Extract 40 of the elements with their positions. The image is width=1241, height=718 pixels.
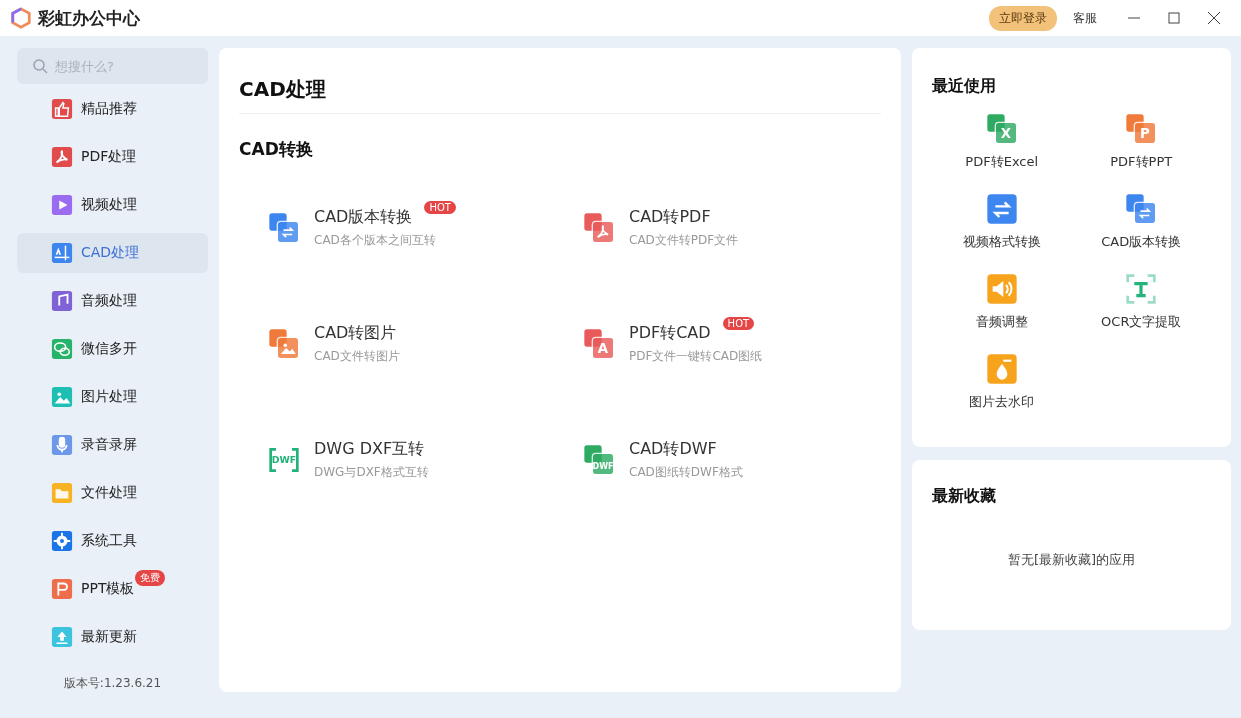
- recent-tool[interactable]: 视频格式转换: [962, 193, 1041, 261]
- recent-tool[interactable]: CAD版本转换: [1101, 193, 1182, 261]
- sidebar-item[interactable]: 视频处理: [17, 185, 208, 225]
- tool-item[interactable]: DWF DWG DXF互转 DWG与DXF格式互转: [268, 431, 479, 481]
- sidebar-item[interactable]: PDF处理: [17, 137, 208, 177]
- close-icon[interactable]: [1207, 11, 1221, 25]
- sidebar-item[interactable]: 录音录屏: [17, 425, 208, 465]
- sidebar-item[interactable]: 系统工具: [17, 521, 208, 561]
- empty-message: 暂无[最新收藏]的应用: [1006, 551, 1137, 569]
- panel-title: 最新收藏: [932, 486, 997, 507]
- recent-tool[interactable]: X PDF转Excel: [965, 113, 1039, 181]
- tool-item[interactable]: CAD转PDF CAD文件转PDF文件: [583, 199, 789, 249]
- sidebar-item[interactable]: 文件处理: [17, 473, 208, 513]
- section-title: CAD转换: [239, 138, 314, 161]
- app-title: 彩虹办公中心: [38, 6, 140, 30]
- sidebar-item[interactable]: 最新更新: [17, 617, 208, 657]
- support-link[interactable]: 客服: [1073, 9, 1097, 27]
- hot-badge: HOT: [722, 317, 755, 330]
- recent-tool[interactable]: OCR文字提取: [1101, 273, 1182, 341]
- tool-item[interactable]: CAD转图片 CAD文件转图片: [268, 315, 450, 365]
- search-icon: [32, 58, 48, 74]
- tool-item[interactable]: CAD版本转换 HOT CAD各个版本之间互转: [268, 199, 486, 249]
- rainbow-logo-icon: [10, 7, 32, 29]
- sidebar-item[interactable]: 精品推荐: [17, 89, 208, 129]
- sidebar-item[interactable]: CAD处理: [17, 233, 208, 273]
- recent-tool[interactable]: P PDF转PPT: [1110, 113, 1173, 181]
- tool-item[interactable]: A PDF转CAD HOT PDF文件一键转CAD图纸: [583, 315, 813, 365]
- recent-tool[interactable]: 图片去水印: [969, 353, 1035, 421]
- sidebar-item[interactable]: PPT模板 免费: [17, 569, 208, 609]
- page-title: CAD处理: [239, 76, 881, 114]
- version-label: 版本号:1.23.6.21: [62, 675, 163, 692]
- free-badge: 免费: [135, 570, 166, 586]
- sidebar-item[interactable]: 图片处理: [17, 377, 208, 417]
- sidebar-item[interactable]: 微信多开: [17, 329, 208, 369]
- maximize-icon[interactable]: [1167, 11, 1181, 25]
- recent-tool[interactable]: 音频调整: [975, 273, 1028, 341]
- sidebar-item[interactable]: 音频处理: [17, 281, 208, 321]
- hot-badge: HOT: [424, 201, 456, 214]
- panel-title: 最近使用: [932, 76, 997, 97]
- login-button[interactable]: 立即登录: [989, 5, 1057, 31]
